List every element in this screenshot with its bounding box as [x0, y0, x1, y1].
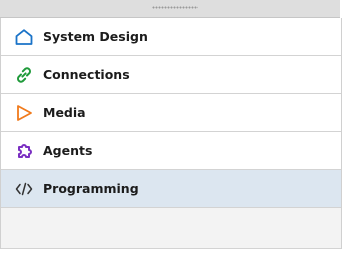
sidebar-item-label: Agents — [43, 143, 93, 158]
sidebar-item-agents[interactable]: Agents — [1, 132, 341, 170]
puzzle-icon — [14, 141, 34, 161]
sidebar-item-label: Programming — [43, 181, 139, 196]
drag-handle[interactable] — [152, 6, 198, 9]
sidebar-item-connections[interactable]: Connections — [1, 56, 341, 94]
link-icon — [14, 65, 34, 85]
sidebar-item-label: System Design — [43, 29, 148, 44]
sidebar-item-system-design[interactable]: System Design — [1, 18, 341, 56]
play-outline-icon — [14, 103, 34, 123]
house-outline-icon — [14, 27, 34, 47]
sidebar-item-programming[interactable]: Programming — [1, 170, 341, 208]
sidebar-item-label: Media — [43, 105, 86, 120]
code-brackets-icon — [14, 179, 34, 199]
category-panel: System Design Connections Media Agents P… — [0, 0, 342, 253]
category-list: System Design Connections Media Agents P… — [0, 18, 342, 249]
sidebar-item-label: Connections — [43, 67, 130, 82]
sidebar-item-media[interactable]: Media — [1, 94, 341, 132]
panel-header-strip — [0, 0, 340, 18]
empty-list-area — [1, 208, 341, 249]
